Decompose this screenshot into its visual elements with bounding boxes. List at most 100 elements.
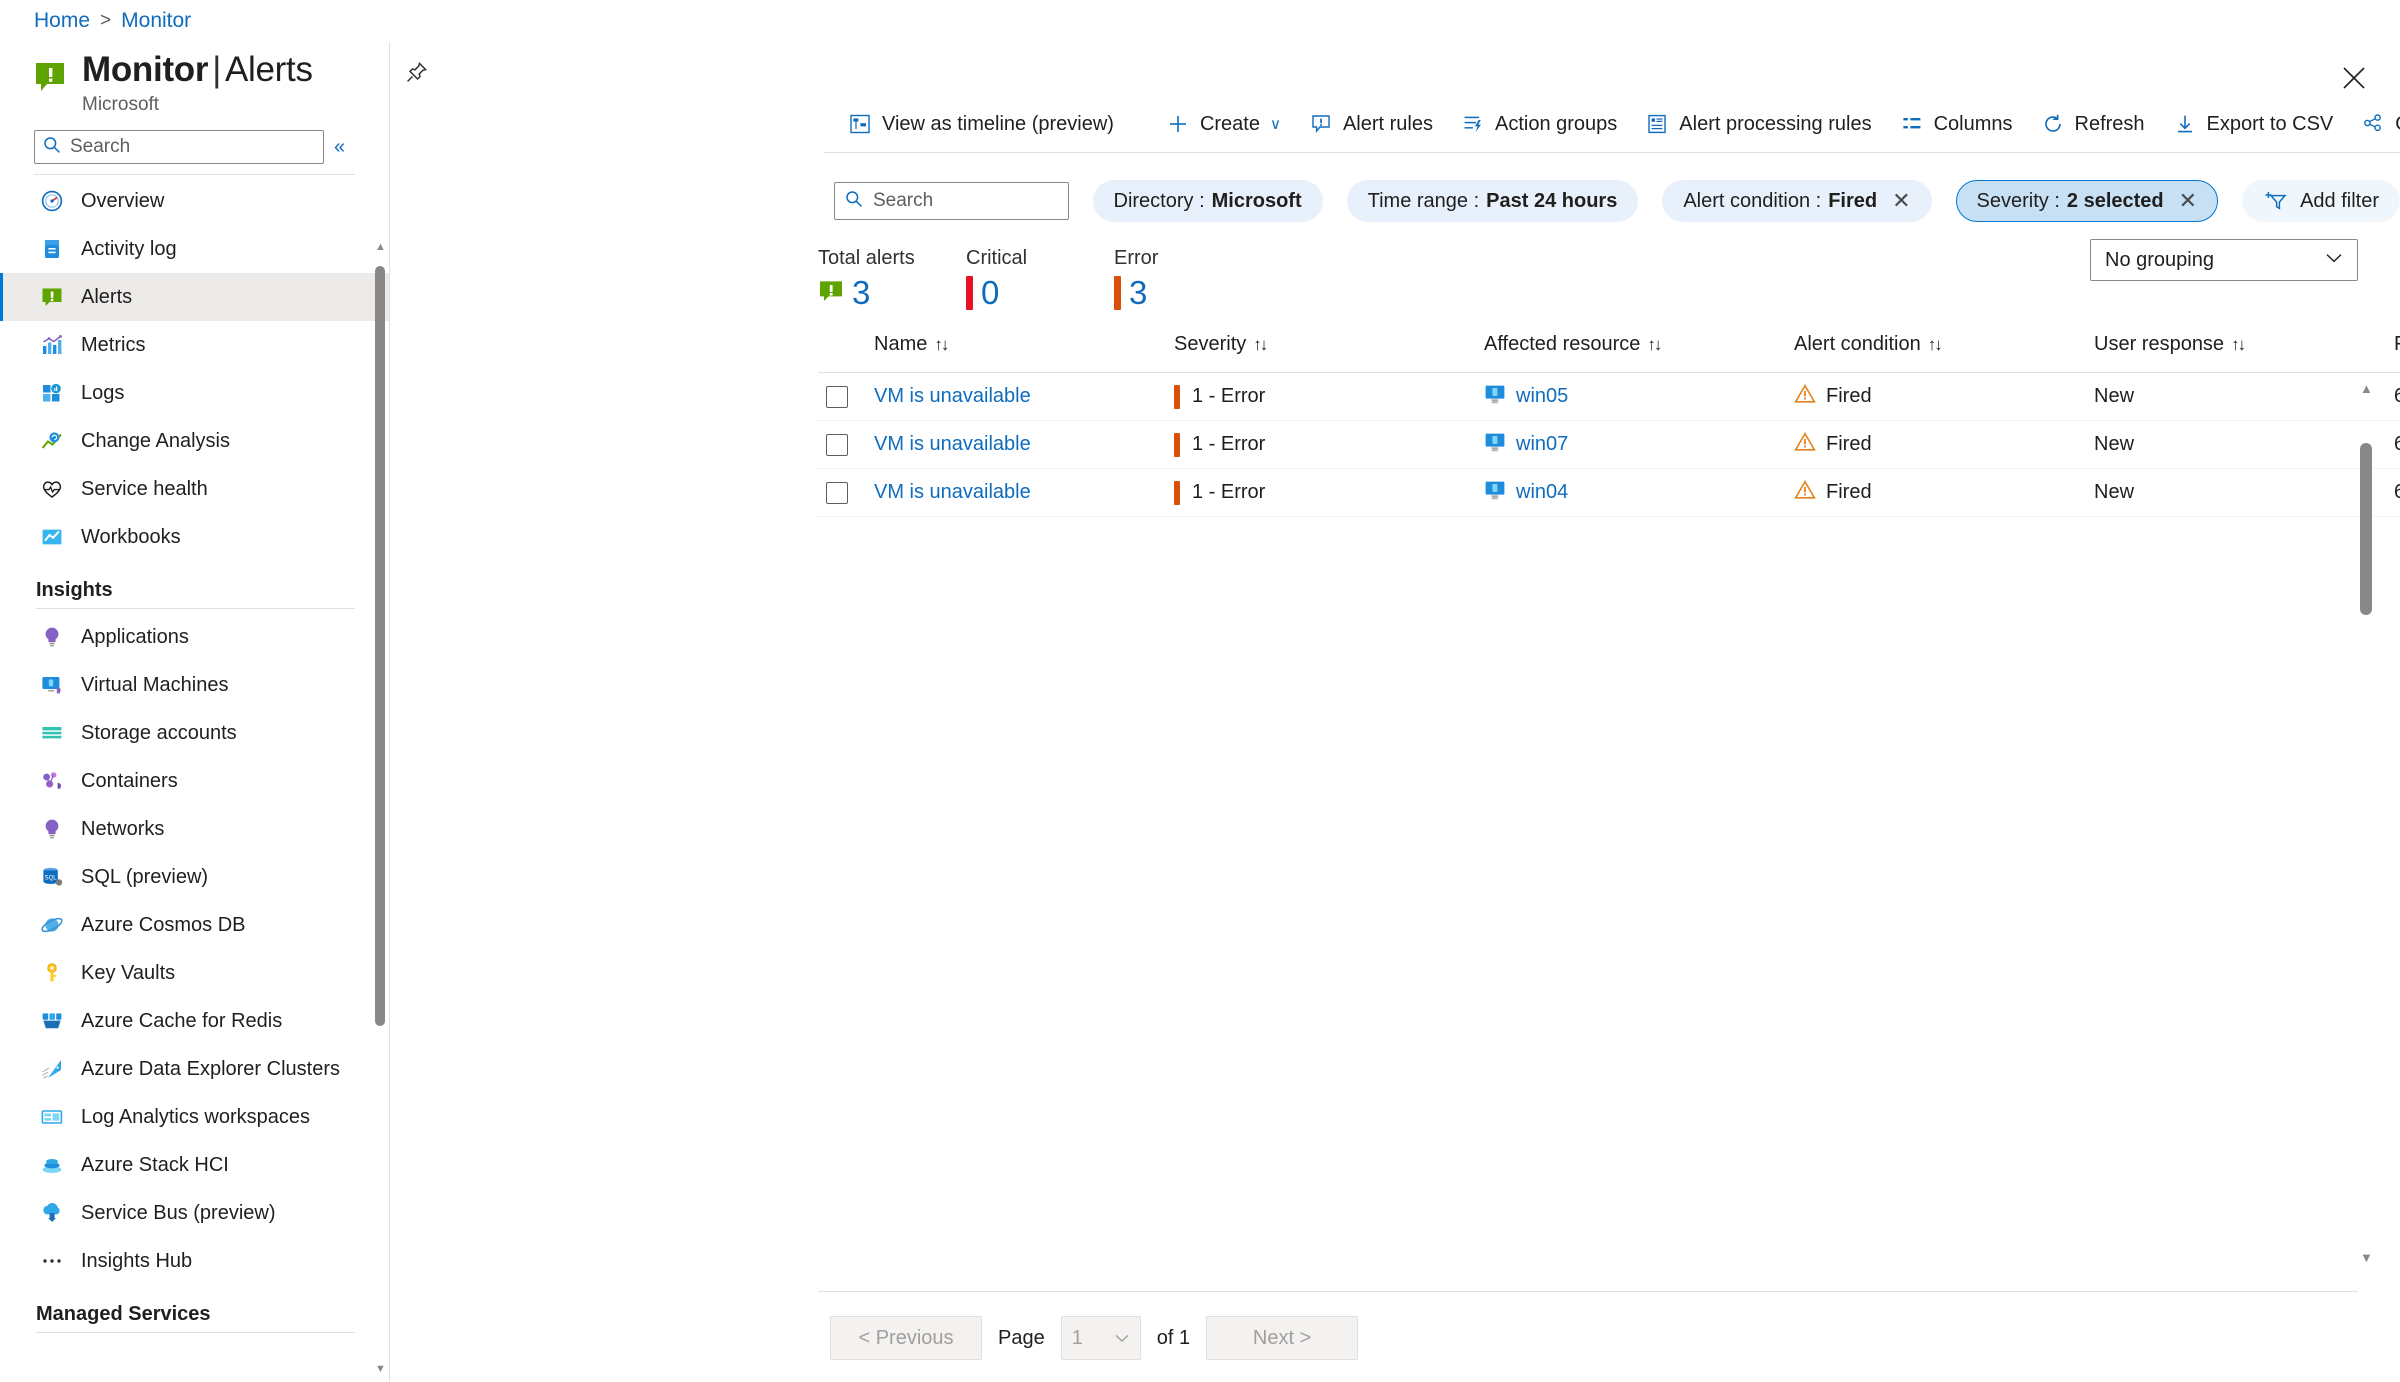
- resource-cell: win07: [1484, 431, 1794, 459]
- export-to-csv-button[interactable]: Export to CSV: [2159, 104, 2348, 144]
- sidebar-item-sql[interactable]: SQL SQL (preview): [0, 853, 389, 901]
- sidebar-item-label: Logs: [81, 381, 125, 404]
- alerts-search[interactable]: [834, 182, 1069, 220]
- table-scrollbar-thumb[interactable]: [2360, 443, 2372, 615]
- alert-rules-button[interactable]: Alert rules: [1295, 104, 1447, 144]
- add-filter-button[interactable]: Add filter: [2242, 180, 2400, 222]
- grouping-select[interactable]: No grouping: [2090, 239, 2358, 281]
- sidebar-item-redis[interactable]: Azure Cache for Redis: [0, 997, 389, 1045]
- column-header-affected-resource[interactable]: Affected resource ↑↓: [1484, 323, 1794, 373]
- sidebar-item-label: Overview: [81, 189, 165, 212]
- sidebar-item-label: Activity log: [81, 237, 177, 260]
- breadcrumb-home[interactable]: Home: [34, 9, 90, 33]
- sidebar-scrollbar-thumb[interactable]: [375, 266, 385, 1026]
- sidebar-search-input[interactable]: [68, 135, 315, 159]
- condition-label: Fired: [1826, 481, 1872, 503]
- previous-page-button[interactable]: < Previous: [830, 1316, 982, 1360]
- scroll-up-icon[interactable]: ▲: [2360, 381, 2373, 396]
- collapse-sidebar-icon[interactable]: «: [334, 136, 345, 159]
- filter-pill-time-range[interactable]: Time range : Past 24 hours: [1346, 180, 1639, 222]
- sidebar-item-applications[interactable]: Applications: [0, 613, 389, 661]
- column-header-user-response[interactable]: User response ↑↓: [2094, 323, 2394, 373]
- cell-severity: 1 - Error: [1174, 468, 1484, 517]
- sidebar-item-service-health[interactable]: Service health: [0, 465, 389, 513]
- view-as-timeline-button[interactable]: View as timeline (preview): [834, 104, 1128, 144]
- table-row[interactable]: VM is unavailable 1 - Error: [818, 372, 2400, 421]
- close-icon[interactable]: [2334, 58, 2374, 98]
- sidebar-item-key-vaults[interactable]: Key Vaults: [0, 949, 389, 997]
- sidebar-item-containers[interactable]: Containers: [0, 757, 389, 805]
- sidebar-item-data-explorer[interactable]: Azure Data Explorer Clusters: [0, 1045, 389, 1093]
- resource-link[interactable]: win04: [1516, 481, 1568, 504]
- filter-pill-directory[interactable]: Directory : Microsoft: [1092, 180, 1323, 222]
- column-header-label: Fire time: [2394, 333, 2400, 355]
- alert-processing-rules-button[interactable]: Alert processing rules: [1631, 104, 1885, 144]
- alert-name-link[interactable]: VM is unavailable: [874, 481, 1031, 503]
- sidebar-item-cosmos-db[interactable]: Azure Cosmos DB: [0, 901, 389, 949]
- row-checkbox[interactable]: [826, 481, 848, 504]
- row-checkbox[interactable]: [826, 433, 848, 456]
- cell-alert-condition: Fired: [1794, 372, 2094, 421]
- filter-pill-severity[interactable]: Severity : 2 selected ✕: [1955, 180, 2219, 222]
- service-health-icon: [39, 476, 65, 502]
- severity-label: 1 - Error: [1192, 433, 1266, 455]
- column-header-label: Alert condition: [1794, 333, 1921, 355]
- alert-name-link[interactable]: VM is unavailable: [874, 385, 1031, 407]
- blade-more-icon[interactable]: ellipsis-icon: [460, 68, 486, 78]
- summary-value: 3: [1129, 274, 1148, 311]
- sort-icon[interactable]: ↑↓: [1928, 335, 1943, 354]
- sidebar-item-virtual-machines[interactable]: Virtual Machines: [0, 661, 389, 709]
- key-vaults-icon: [39, 960, 65, 986]
- scroll-down-icon[interactable]: ▼: [2360, 1250, 2373, 1265]
- table-row[interactable]: VM is unavailable 1 - Error: [818, 420, 2400, 469]
- action-groups-button[interactable]: Action groups: [1447, 104, 1631, 144]
- alert-name-link[interactable]: VM is unavailable: [874, 433, 1031, 455]
- sidebar-item-activity-log[interactable]: Activity log: [0, 225, 389, 273]
- sidebar-scrollbar[interactable]: ▲ ▼: [371, 232, 387, 1382]
- column-header-severity[interactable]: Severity ↑↓: [1174, 323, 1484, 373]
- filter-pill-alert-condition[interactable]: Alert condition : Fired ✕: [1662, 180, 1932, 222]
- create-button[interactable]: Create ∨: [1152, 104, 1295, 144]
- alerts-search-input[interactable]: [871, 189, 1058, 213]
- sidebar-item-log-analytics[interactable]: Log Analytics workspaces: [0, 1093, 389, 1141]
- refresh-button[interactable]: Refresh: [2027, 104, 2159, 144]
- sidebar-item-insights-hub[interactable]: Insights Hub: [0, 1237, 389, 1285]
- sort-icon[interactable]: ↑↓: [1647, 335, 1662, 354]
- sidebar-item-networks[interactable]: Networks: [0, 805, 389, 853]
- sidebar-search[interactable]: [34, 130, 324, 164]
- sidebar-item-metrics[interactable]: Metrics: [0, 321, 389, 369]
- resource-link[interactable]: win05: [1516, 385, 1568, 408]
- remove-filter-icon[interactable]: ✕: [2179, 188, 2197, 214]
- breadcrumb-monitor[interactable]: Monitor: [121, 9, 191, 33]
- sidebar-item-workbooks[interactable]: Workbooks: [0, 513, 389, 561]
- cell-alert-condition: Fired: [1794, 468, 2094, 517]
- scroll-down-icon[interactable]: ▼: [375, 1362, 386, 1376]
- alerts-table-wrap: Name ↑↓ Severity ↑↓ Affected resource ↑↓ Al…: [818, 323, 2400, 1291]
- sidebar-item-logs[interactable]: Logs: [0, 369, 389, 417]
- sidebar-item-alerts[interactable]: Alerts: [0, 273, 389, 321]
- columns-button[interactable]: Columns: [1886, 104, 2027, 144]
- sidebar-item-storage-accounts[interactable]: Storage accounts: [0, 709, 389, 757]
- table-row[interactable]: VM is unavailable 1 - Error: [818, 468, 2400, 517]
- row-checkbox[interactable]: [826, 385, 848, 408]
- column-header-name[interactable]: Name ↑↓: [874, 323, 1174, 373]
- sidebar-item-label: Log Analytics workspaces: [81, 1105, 311, 1128]
- sidebar-item-change-analysis[interactable]: Change Analysis: [0, 417, 389, 465]
- sort-icon[interactable]: ↑↓: [2231, 335, 2246, 354]
- scroll-up-icon[interactable]: ▲: [375, 240, 386, 254]
- sidebar-item-overview[interactable]: Overview: [0, 177, 389, 225]
- condition-cell: Fired: [1794, 431, 2094, 459]
- open-query-button[interactable]: Open query: [2347, 104, 2400, 144]
- sort-icon[interactable]: ↑↓: [934, 335, 949, 354]
- sidebar-item-service-bus[interactable]: Service Bus (preview): [0, 1189, 389, 1237]
- sort-icon[interactable]: ↑↓: [1253, 335, 1268, 354]
- next-page-button[interactable]: Next >: [1206, 1316, 1359, 1360]
- column-header-alert-condition[interactable]: Alert condition ↑↓: [1794, 323, 2094, 373]
- sidebar-item-azure-stack-hci[interactable]: Azure Stack HCI: [0, 1141, 389, 1189]
- resource-link[interactable]: win07: [1516, 433, 1568, 456]
- page-number-select[interactable]: 1: [1060, 1316, 1141, 1360]
- table-scrollbar[interactable]: ▲ ▼: [2360, 381, 2374, 1265]
- remove-filter-icon[interactable]: ✕: [1892, 188, 1910, 214]
- column-header-fire-time[interactable]: Fire time↑↓: [2394, 323, 2400, 373]
- pin-icon[interactable]: [400, 57, 432, 89]
